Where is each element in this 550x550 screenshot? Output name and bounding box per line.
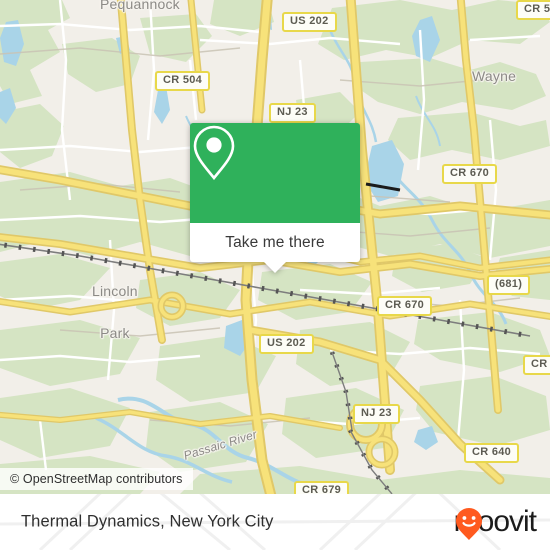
location-title: Thermal Dynamics, New York City (21, 512, 274, 531)
road-shield-nj-23-north[interactable]: NJ 23 (269, 103, 316, 123)
road-shield-us-202-south[interactable]: US 202 (259, 334, 314, 354)
road-shield-cr-670-north[interactable]: CR 670 (442, 164, 498, 184)
road-shield-cr-504[interactable]: CR 504 (155, 71, 211, 91)
road-shield-cr-6[interactable]: CR 6 (523, 355, 550, 375)
map-canvas[interactable]: Pequannock Wayne Lincoln Park Passaic Ri… (0, 0, 550, 494)
popup-pin-area (190, 123, 360, 223)
moovit-pin-smiley-icon (455, 508, 482, 540)
road-shield-us-202-north[interactable]: US 202 (282, 12, 337, 32)
osm-attribution[interactable]: © OpenStreetMap contributors (0, 468, 193, 490)
map-pin-icon (193, 125, 235, 181)
road-shield-cr-670-south[interactable]: CR 670 (377, 296, 433, 316)
popup-action-area[interactable]: Take me there (190, 223, 360, 262)
take-me-there-label: Take me there (225, 233, 325, 251)
road-shield-681[interactable]: (681) (487, 275, 531, 295)
road-shield-cr-50[interactable]: CR 50 (516, 0, 550, 20)
map-screenshot: Pequannock Wayne Lincoln Park Passaic Ri… (0, 0, 550, 550)
footer-bar: Thermal Dynamics, New York City moovit (0, 494, 550, 550)
moovit-brand[interactable]: moovit (454, 507, 537, 540)
road-shield-cr-640[interactable]: CR 640 (464, 443, 520, 463)
road-shield-nj-23-south[interactable]: NJ 23 (353, 404, 400, 424)
popup-pointer (264, 262, 286, 273)
road-shield-cr-679[interactable]: CR 679 (294, 481, 350, 494)
destination-popup[interactable]: Take me there (190, 123, 360, 273)
